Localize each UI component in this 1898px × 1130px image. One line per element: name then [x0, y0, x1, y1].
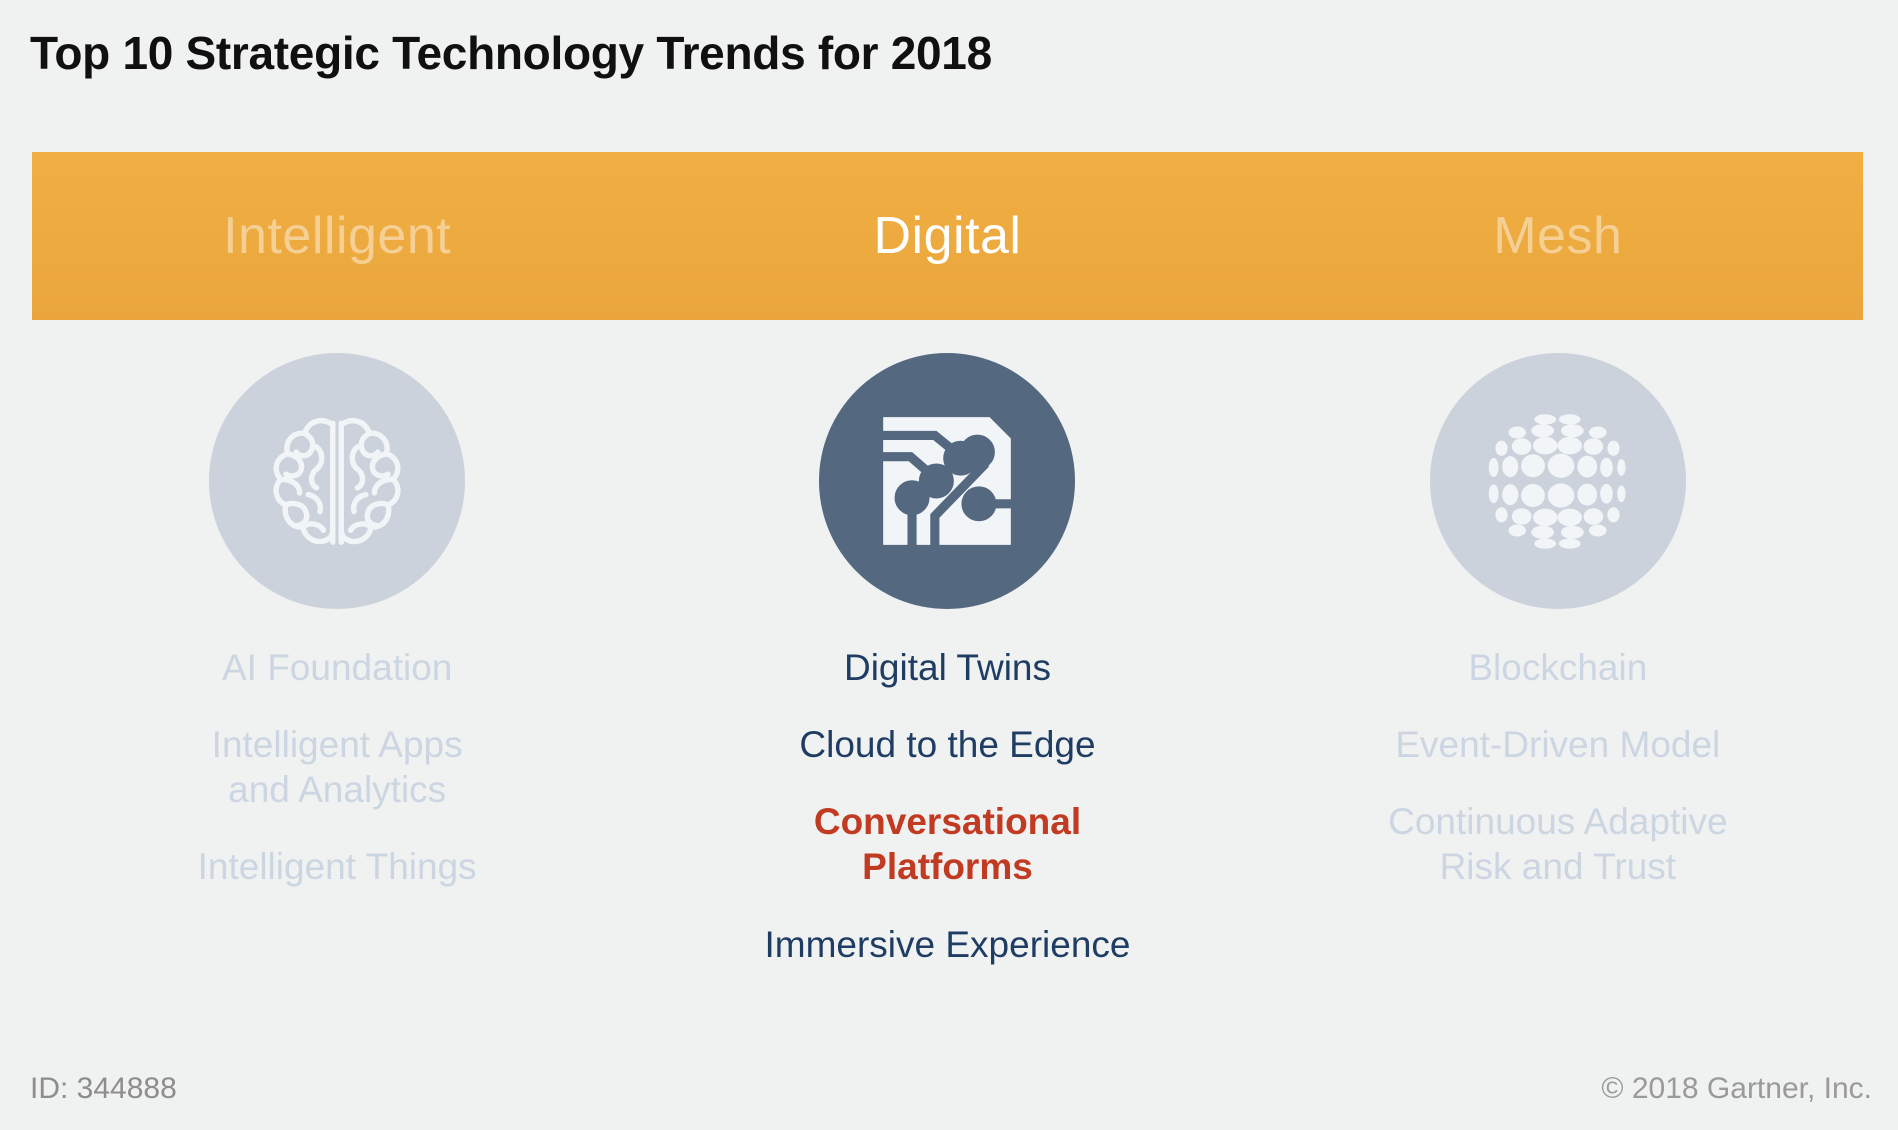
- footer-id: ID: 344888: [30, 1072, 177, 1105]
- footer: ID: 344888 © 2018 Gartner, Inc.: [0, 1072, 1898, 1108]
- column-digital: Digital Twins Cloud to the Edge Conversa…: [642, 320, 1252, 1060]
- column-mesh: Blockchain Event-Driven Model Continuous…: [1253, 320, 1863, 1060]
- trend-item[interactable]: Intelligent Apps and Analytics: [212, 722, 463, 812]
- trend-item[interactable]: Continuous Adaptive Risk and Trust: [1388, 799, 1727, 889]
- trend-item[interactable]: Immersive Experience: [764, 922, 1130, 967]
- trend-list-intelligent: AI Foundation Intelligent Apps and Analy…: [32, 645, 642, 922]
- trend-item[interactable]: Blockchain: [1468, 645, 1647, 690]
- trend-item[interactable]: Digital Twins: [844, 645, 1051, 690]
- trend-item[interactable]: Event-Driven Model: [1395, 722, 1720, 767]
- banner-category-mesh[interactable]: Mesh: [1253, 152, 1863, 320]
- trend-list-digital: Digital Twins Cloud to the Edge Conversa…: [642, 645, 1252, 999]
- circuit-board-icon: [819, 353, 1076, 609]
- category-banner: Intelligent Digital Mesh: [32, 152, 1863, 320]
- footer-copyright: © 2018 Gartner, Inc.: [1601, 1072, 1872, 1105]
- trend-item[interactable]: Cloud to the Edge: [799, 722, 1095, 767]
- brain-icon: [209, 353, 466, 609]
- globe-mesh-icon: [1429, 353, 1686, 609]
- trend-item-highlighted[interactable]: Conversational Platforms: [814, 799, 1081, 889]
- trend-item[interactable]: Intelligent Things: [198, 844, 477, 889]
- trend-columns: AI Foundation Intelligent Apps and Analy…: [32, 320, 1863, 1060]
- trend-list-mesh: Blockchain Event-Driven Model Continuous…: [1253, 645, 1863, 922]
- trend-item[interactable]: AI Foundation: [222, 645, 452, 690]
- page-title: Top 10 Strategic Technology Trends for 2…: [30, 27, 992, 79]
- column-intelligent: AI Foundation Intelligent Apps and Analy…: [32, 320, 642, 1060]
- banner-category-digital[interactable]: Digital: [642, 152, 1252, 320]
- banner-category-intelligent[interactable]: Intelligent: [32, 152, 642, 320]
